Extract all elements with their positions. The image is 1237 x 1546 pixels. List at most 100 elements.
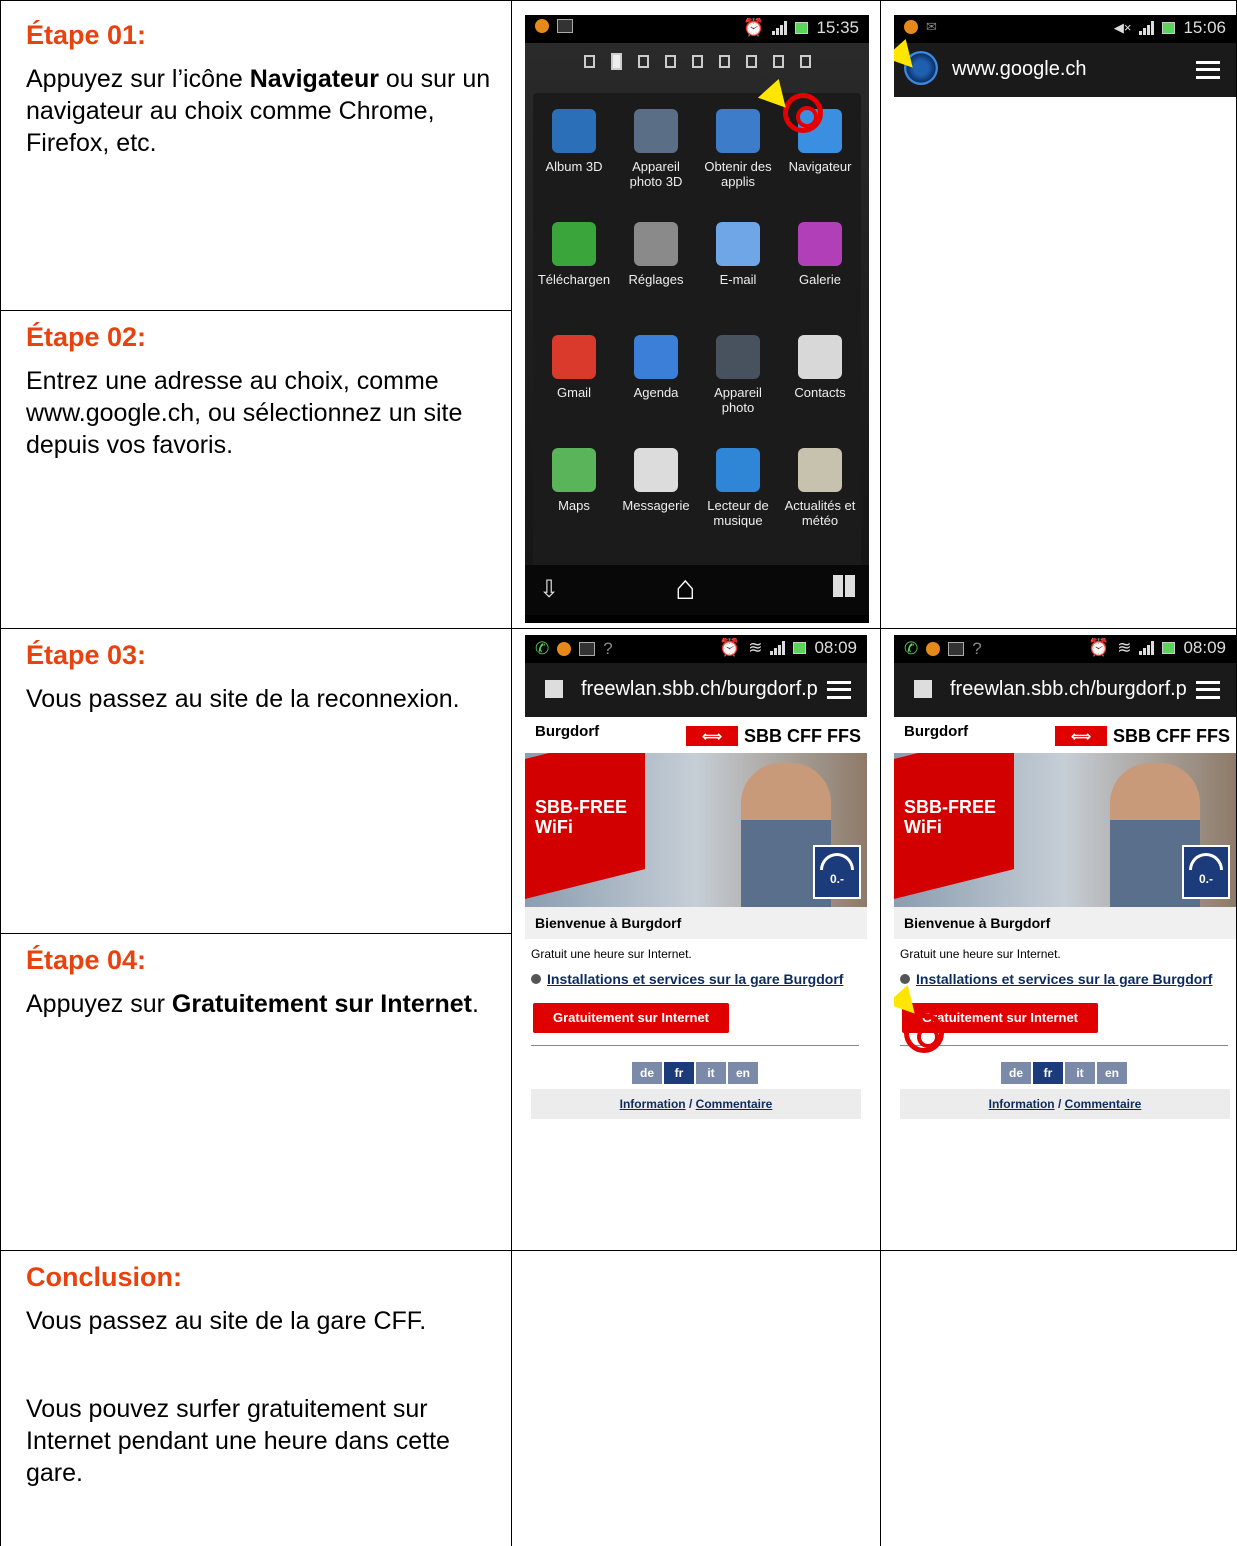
app-gmail[interactable]: Gmail xyxy=(533,319,615,432)
alarm-icon: ⏰ xyxy=(719,638,741,657)
address-bar[interactable]: freewlan.sbb.ch/burgdorf.p xyxy=(525,663,867,717)
station-name: Burgdorf xyxy=(904,723,969,740)
app-label: Gmail xyxy=(557,385,591,400)
sort-icon[interactable]: ⇩ xyxy=(539,575,559,604)
footer-links: Information / Commentaire xyxy=(531,1089,861,1119)
dock-bar: ⇩ ⌂ xyxy=(525,565,869,615)
app-messaging[interactable]: Messagerie xyxy=(615,432,697,545)
information-link[interactable]: Information xyxy=(620,1097,686,1111)
app-label: Actualités et météo xyxy=(784,498,856,528)
step-title: Étape 03: xyxy=(26,640,147,670)
row-divider-conclusion xyxy=(0,1250,1237,1251)
app-label: Contacts xyxy=(794,385,846,400)
settings-icon xyxy=(634,222,678,266)
app-label: Navigateur xyxy=(788,159,852,174)
phone-app-drawer: ⏰ 15:35 Album 3D Appareil photo 3D Obtenir… xyxy=(525,15,869,623)
app-label: Lecteur de musique xyxy=(707,498,769,528)
url-text[interactable]: www.google.ch xyxy=(952,58,1087,81)
language-switcher: de fr it en xyxy=(1000,1061,1128,1085)
app-gallery[interactable]: Galerie xyxy=(779,206,861,319)
status-time: 08:09 xyxy=(814,638,857,657)
notification-icon xyxy=(904,20,918,34)
menu-icon[interactable] xyxy=(1196,681,1220,699)
messaging-icon xyxy=(634,448,678,492)
step-title: Étape 04: xyxy=(26,945,147,975)
bullet-icon xyxy=(900,974,910,984)
favicon-icon xyxy=(914,680,932,698)
lang-it-button[interactable]: it xyxy=(695,1061,727,1085)
menu-icon[interactable] xyxy=(827,681,851,699)
wifi-icon xyxy=(820,853,854,870)
battery-icon xyxy=(795,22,809,34)
app-camera[interactable]: Appareil photo xyxy=(697,319,779,432)
notification-icon xyxy=(926,642,941,656)
app-label: Téléchargen xyxy=(537,272,611,287)
comment-link[interactable]: Commentaire xyxy=(1065,1097,1142,1111)
welcome-heading: Bienvenue à Burgdorf xyxy=(525,907,867,939)
url-text[interactable]: freewlan.sbb.ch/burgdorf.p xyxy=(581,678,818,701)
step-01: Étape 01: Appuyez sur l’icône Navigateur… xyxy=(26,20,496,159)
app-label: Messagerie xyxy=(622,498,690,513)
app-maps[interactable]: Maps xyxy=(533,432,615,545)
app-email[interactable]: E-mail xyxy=(697,206,779,319)
row-divider-step2 xyxy=(0,310,511,311)
home-icon[interactable]: ⌂ xyxy=(675,569,696,608)
menu-icon[interactable] xyxy=(1196,61,1220,79)
step-03: Étape 03: Vous passez au site de la reco… xyxy=(26,640,496,715)
url-text[interactable]: freewlan.sbb.ch/burgdorf.p xyxy=(950,678,1187,701)
lang-fr-button[interactable]: fr xyxy=(663,1061,695,1085)
notification-icon xyxy=(535,19,549,33)
free-hour-text: Gratuit une heure sur Internet. xyxy=(900,947,1061,961)
email-icon xyxy=(716,222,760,266)
divider xyxy=(900,1045,1228,1046)
free-internet-button[interactable]: Gratuitement sur Internet xyxy=(533,1003,729,1033)
step-04: Étape 04: Appuyez sur Gratuitement sur I… xyxy=(26,945,496,1020)
wifi-icon xyxy=(1189,853,1223,870)
sbb-logo-icon: ⟺ xyxy=(1055,726,1107,746)
app-download[interactable]: Téléchargen xyxy=(533,206,615,319)
app-album-3d[interactable]: Album 3D xyxy=(533,93,615,206)
app-contacts[interactable]: Contacts xyxy=(779,319,861,432)
battery-icon xyxy=(793,642,807,654)
app-get-apps[interactable]: Obtenir des applis xyxy=(697,93,779,206)
table-border-top xyxy=(0,0,1237,1)
app-label: E-mail xyxy=(719,272,757,287)
address-bar[interactable]: freewlan.sbb.ch/burgdorf.p xyxy=(894,663,1236,717)
notification-icon xyxy=(557,642,572,656)
bullet-icon xyxy=(531,974,541,984)
app-calendar[interactable]: Agenda xyxy=(615,319,697,432)
comment-link[interactable]: Commentaire xyxy=(696,1097,773,1111)
lang-it-button[interactable]: it xyxy=(1064,1061,1096,1085)
hero-banner: SBB-FREE WiFi 0.- xyxy=(525,753,867,907)
information-link[interactable]: Information xyxy=(989,1097,1055,1111)
page-indicator xyxy=(525,53,869,70)
installations-link[interactable]: Installations et services sur la gare Bu… xyxy=(531,971,843,987)
lang-en-button[interactable]: en xyxy=(1096,1061,1128,1085)
grid-view-icon[interactable] xyxy=(833,575,855,597)
installations-link[interactable]: Installations et services sur la gare Bu… xyxy=(900,971,1212,987)
status-time: 15:35 xyxy=(816,18,859,37)
step-02: Étape 02: Entrez une adresse au choix, c… xyxy=(26,322,496,461)
lang-en-button[interactable]: en xyxy=(727,1061,759,1085)
step-text: Appuyez sur Gratuitement sur Internet. xyxy=(26,990,479,1018)
get-apps-icon xyxy=(716,109,760,153)
address-bar[interactable]: www.google.ch xyxy=(894,43,1236,97)
lang-de-button[interactable]: de xyxy=(1000,1061,1032,1085)
status-bar: ✉ ◀× 15:06 xyxy=(894,15,1236,43)
news-icon xyxy=(798,448,842,492)
lang-de-button[interactable]: de xyxy=(631,1061,663,1085)
app-label: Appareil photo xyxy=(714,385,762,415)
app-music[interactable]: Lecteur de musique xyxy=(697,432,779,545)
app-grid: Album 3D Appareil photo 3D Obtenir des app… xyxy=(533,93,861,573)
calendar-icon xyxy=(634,335,678,379)
conclusion-title: Conclusion: xyxy=(26,1262,182,1292)
status-time: 15:06 xyxy=(1183,18,1226,37)
download-icon xyxy=(552,222,596,266)
welcome-heading: Bienvenue à Burgdorf xyxy=(894,907,1236,939)
app-news[interactable]: Actualités et météo xyxy=(779,432,861,545)
image-icon xyxy=(579,642,596,656)
app-settings[interactable]: Réglages xyxy=(615,206,697,319)
lang-fr-button[interactable]: fr xyxy=(1032,1061,1064,1085)
step-title: Étape 02: xyxy=(26,322,147,352)
app-camera-3d[interactable]: Appareil photo 3D xyxy=(615,93,697,206)
